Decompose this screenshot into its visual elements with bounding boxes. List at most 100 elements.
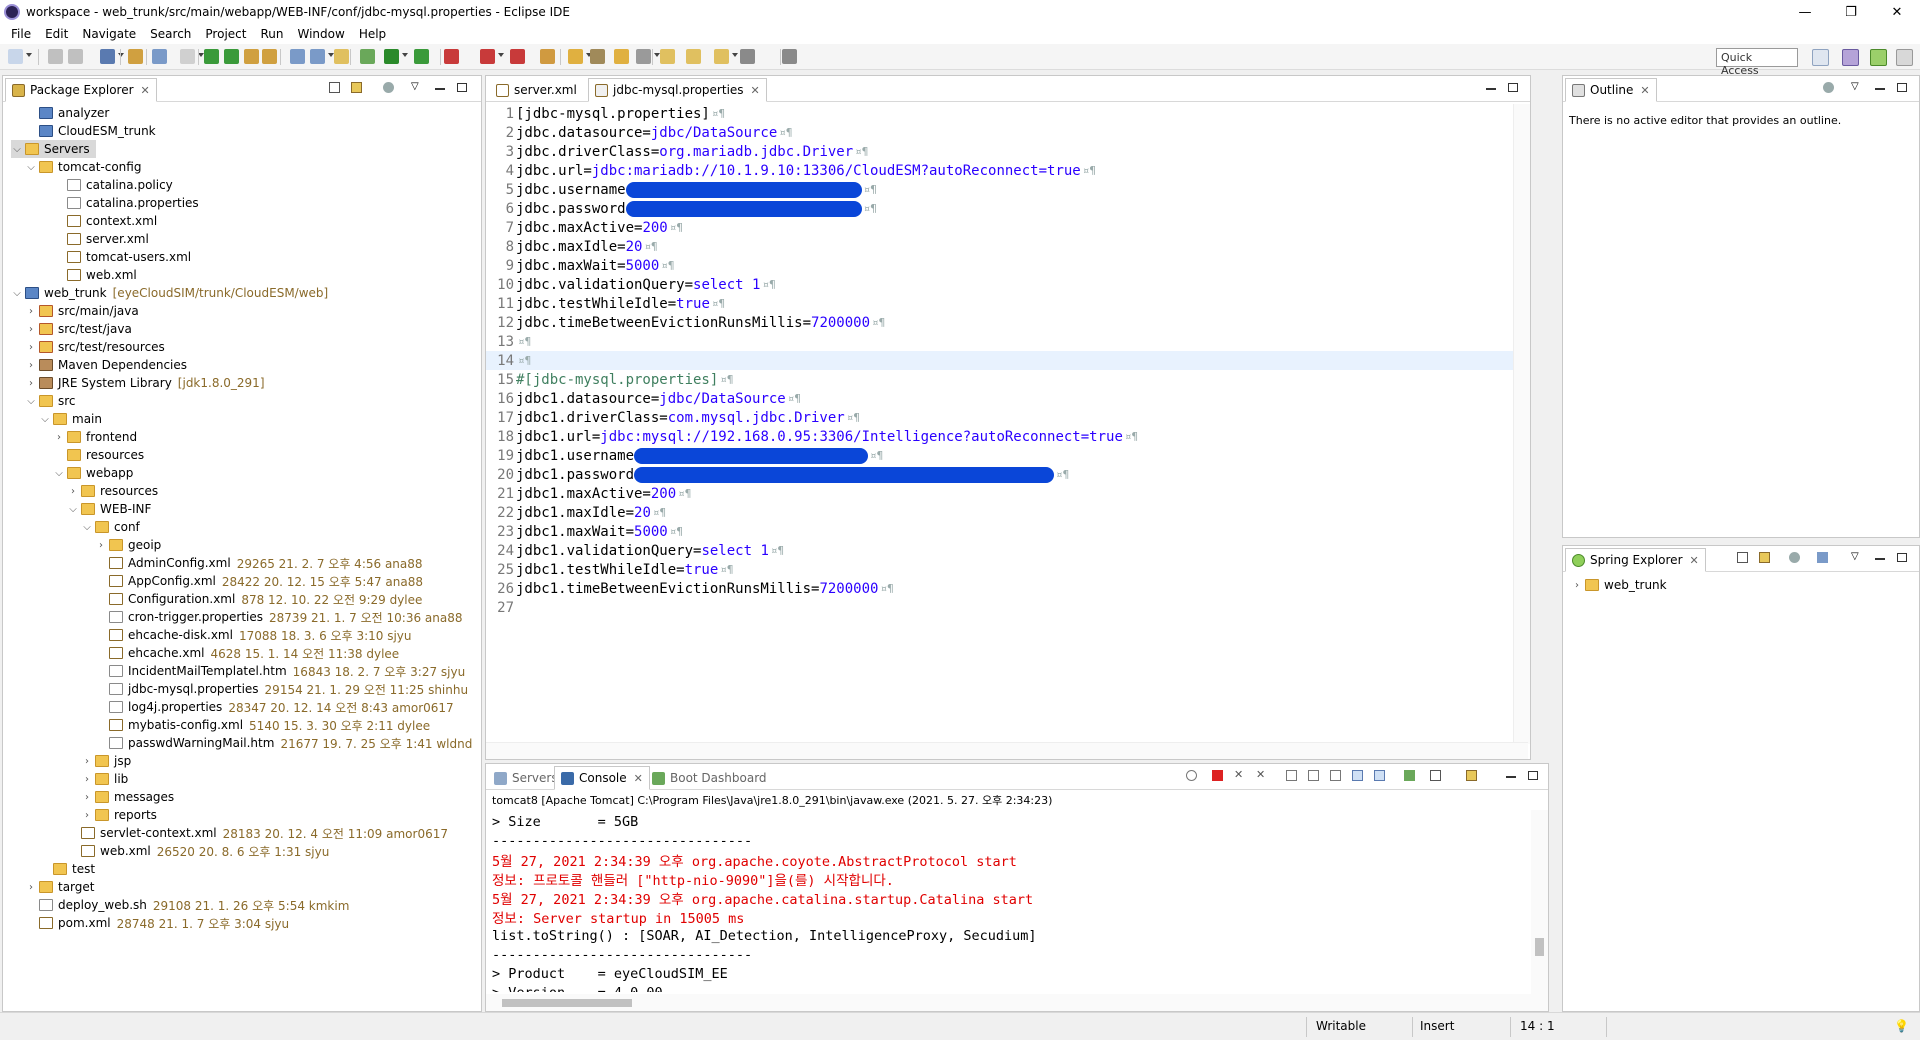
tree-item[interactable]: CloudESM_trunk	[25, 122, 156, 140]
quick-access-input[interactable]: Quick Access	[1716, 48, 1798, 77]
tree-item[interactable]: AppConfig.xml 28422 20. 12. 15 오후 5:47 an…	[95, 572, 423, 590]
tree-item[interactable]: › web_trunk	[1571, 576, 1667, 594]
tree-item[interactable]: › geoip	[95, 536, 161, 554]
toolbar-button-icon[interactable]	[310, 49, 325, 64]
tree-item[interactable]: ⌵ tomcat-config	[25, 158, 141, 176]
close-icon[interactable]: ✕	[751, 84, 760, 97]
toolbar-button-icon[interactable]	[224, 49, 239, 64]
toolbar-button-icon[interactable]	[204, 49, 219, 64]
toolbar-button-icon[interactable]	[290, 49, 305, 64]
toolbar-button-icon[interactable]	[334, 49, 349, 64]
chevron-down-icon[interactable]: ⌵	[25, 162, 37, 173]
tab-outline[interactable]: Outline ✕	[1565, 78, 1657, 102]
toolbar-button-icon[interactable]	[714, 49, 729, 64]
toolbar-button-icon[interactable]	[540, 49, 555, 64]
close-icon[interactable]: ✕	[634, 772, 643, 785]
tree-item[interactable]: AdminConfig.xml 29265 21. 2. 7 오후 4:56 an…	[95, 554, 423, 572]
tab-editor-file[interactable]: jdbc-mysql.properties ✕	[588, 78, 767, 102]
show-stdout-icon[interactable]	[1352, 770, 1363, 781]
toolbar-button-icon[interactable]	[180, 49, 195, 64]
chevron-right-icon[interactable]: ›	[1571, 580, 1583, 591]
maximize-view-button[interactable]	[1897, 83, 1907, 92]
chevron-right-icon[interactable]: ›	[25, 360, 37, 371]
toolbar-button-icon[interactable]	[48, 49, 63, 64]
menu-item-search[interactable]: Search	[143, 27, 198, 41]
tree-item[interactable]: › src/test/resources	[25, 338, 165, 356]
chevron-down-icon[interactable]: ⌵	[11, 144, 23, 155]
chevron-right-icon[interactable]: ›	[81, 792, 93, 803]
chevron-right-icon[interactable]: ›	[81, 756, 93, 767]
tree-item[interactable]: servlet-context.xml 28183 20. 12. 4 오전 11…	[67, 824, 448, 842]
scroll-lock-icon[interactable]	[1308, 770, 1319, 781]
toolbar-button-icon[interactable]	[444, 49, 459, 64]
spring-perspective-icon[interactable]	[1870, 49, 1887, 66]
toolbar-button-icon[interactable]	[414, 49, 429, 64]
dropdown-arrow-icon[interactable]	[118, 53, 124, 57]
tree-item[interactable]: ehcache.xml 4628 15. 1. 14 오전 11:38 dylee	[95, 644, 399, 662]
toolbar-button-icon[interactable]	[636, 49, 651, 64]
toolbar-button-icon[interactable]	[568, 49, 583, 64]
toolbar-button-icon[interactable]	[480, 49, 495, 64]
toolbar-button-icon[interactable]	[8, 49, 23, 64]
tree-item[interactable]: Configuration.xml 878 12. 10. 22 오전 9:29 …	[95, 590, 422, 608]
tree-item[interactable]: ⌵ src	[25, 392, 75, 410]
tree-item[interactable]: ⌵ main	[39, 410, 102, 428]
toolbar-button-icon[interactable]	[244, 49, 259, 64]
minimize-editor-button[interactable]	[1486, 88, 1496, 90]
menu-item-help[interactable]: Help	[352, 27, 393, 41]
maximize-button[interactable]: ❐	[1828, 0, 1874, 24]
link-with-editor-icon[interactable]	[1759, 552, 1770, 563]
open-console-icon[interactable]	[1466, 770, 1477, 781]
toolbar-button-icon[interactable]	[614, 49, 629, 64]
tree-item[interactable]: log4j.properties 28347 20. 12. 14 오전 8:43…	[95, 698, 454, 716]
editor-vertical-scrollbar[interactable]	[1513, 104, 1530, 744]
minimize-view-button[interactable]	[1506, 776, 1516, 778]
tree-item[interactable]: ⌵ WEB-INF	[67, 500, 151, 518]
menu-item-window[interactable]: Window	[290, 27, 351, 41]
chevron-right-icon[interactable]: ›	[25, 378, 37, 389]
tree-item[interactable]: › Maven Dependencies	[25, 356, 187, 374]
tree-item[interactable]: pom.xml 28748 21. 1. 7 오후 3:04 sjyu	[25, 914, 289, 932]
filter-icon[interactable]	[1789, 552, 1800, 563]
show-stderr-icon[interactable]	[1374, 770, 1385, 781]
tree-item[interactable]: ⌵ webapp	[53, 464, 133, 482]
tree-item[interactable]: web.xml	[53, 266, 137, 284]
maximize-view-button[interactable]	[457, 83, 467, 92]
chevron-right-icon[interactable]: ›	[95, 540, 107, 551]
tree-item[interactable]: › resources	[67, 482, 158, 500]
tree-item[interactable]: › jsp	[81, 752, 131, 770]
tree-item[interactable]: ⌵ Servers	[11, 140, 96, 158]
tree-item[interactable]: ⌵ conf	[81, 518, 140, 536]
maximize-view-button[interactable]	[1528, 771, 1538, 780]
remove-launch-icon[interactable]: ✕	[1234, 769, 1245, 781]
minimize-view-button[interactable]	[1875, 558, 1885, 560]
close-icon[interactable]: ✕	[141, 84, 150, 97]
tree-item[interactable]: IncidentMailTemplatel.htm 16843 18. 2. 7 …	[95, 662, 465, 680]
close-button[interactable]: ✕	[1874, 0, 1920, 24]
tree-item[interactable]: context.xml	[53, 212, 157, 230]
tab-editor-file[interactable]: server.xml	[490, 78, 583, 102]
view-menu-icon[interactable]: ▽	[1851, 552, 1862, 563]
chevron-down-icon[interactable]: ⌵	[39, 414, 51, 425]
collapse-all-icon[interactable]	[329, 82, 340, 93]
dropdown-arrow-icon[interactable]	[732, 53, 738, 57]
toolbar-button-icon[interactable]	[782, 49, 797, 64]
console-horizontal-scrollbar[interactable]	[486, 994, 1548, 1011]
menu-item-file[interactable]: File	[4, 27, 38, 41]
menu-item-edit[interactable]: Edit	[38, 27, 75, 41]
debug-perspective-icon[interactable]	[1896, 49, 1913, 66]
chevron-right-icon[interactable]: ›	[25, 342, 37, 353]
minimize-view-button[interactable]	[1875, 88, 1885, 90]
chevron-right-icon[interactable]: ›	[25, 324, 37, 335]
toolbar-button-icon[interactable]	[740, 49, 755, 64]
tree-item[interactable]: server.xml	[53, 230, 149, 248]
toolbar-button-icon[interactable]	[152, 49, 167, 64]
display-console-icon[interactable]	[1430, 770, 1441, 781]
chevron-right-icon[interactable]: ›	[81, 774, 93, 785]
tree-item[interactable]: › lib	[81, 770, 128, 788]
console-output[interactable]: > Size = 5GB ----------------------------…	[492, 812, 1550, 993]
tree-item[interactable]: web.xml 26520 20. 8. 6 오후 1:31 sjyu	[67, 842, 329, 860]
tree-item[interactable]: › reports	[81, 806, 157, 824]
pin-icon[interactable]	[1404, 770, 1415, 781]
tab-spring-explorer[interactable]: Spring Explorer ✕	[1565, 548, 1706, 572]
